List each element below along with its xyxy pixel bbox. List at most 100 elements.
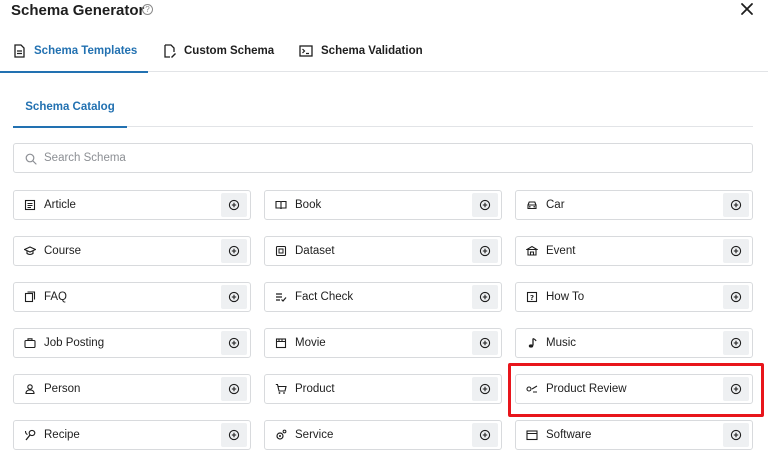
add-schema-button[interactable] (472, 193, 498, 217)
plus-circle-icon (228, 383, 240, 395)
schema-card-software[interactable]: Software (515, 420, 753, 450)
schema-card-service[interactable]: Service (264, 420, 502, 450)
event-icon (526, 245, 538, 256)
schema-card-book[interactable]: Book (264, 190, 502, 220)
schema-card-label: How To (546, 291, 585, 303)
add-schema-button[interactable] (472, 377, 498, 401)
plus-circle-icon (479, 337, 491, 349)
schema-card-car[interactable]: Car (515, 190, 753, 220)
article-icon (24, 199, 36, 211)
schema-card-label: Person (44, 383, 81, 395)
schema-card-label: Article (44, 199, 76, 211)
add-schema-button[interactable] (723, 193, 749, 217)
plus-circle-icon (479, 291, 491, 303)
plus-circle-icon (730, 199, 742, 211)
schema-card-label: Car (546, 199, 565, 211)
schema-card-label: Book (295, 199, 322, 211)
dataset-icon (275, 245, 287, 257)
schema-card-label: Music (546, 337, 577, 349)
add-schema-button[interactable] (723, 377, 749, 401)
schema-card-article[interactable]: Article (13, 190, 251, 220)
add-schema-button[interactable] (723, 423, 749, 447)
cart-icon (275, 383, 287, 394)
how-to-icon: ? (526, 291, 538, 303)
schema-card-label: Job Posting (44, 337, 105, 349)
service-icon (276, 429, 287, 440)
add-schema-button[interactable] (723, 331, 749, 355)
add-schema-button[interactable] (221, 331, 247, 355)
plus-circle-icon (479, 383, 491, 395)
schema-card-label: Software (546, 429, 592, 441)
add-schema-button[interactable] (221, 285, 247, 309)
add-schema-button[interactable] (723, 285, 749, 309)
person-icon (25, 384, 35, 395)
schema-card-label: Recipe (44, 429, 80, 441)
schema-card-music[interactable]: Music (515, 328, 753, 358)
dialog-header: Schema Generator ? (0, 0, 768, 28)
search-input[interactable] (44, 148, 744, 168)
catalog-subtabs: Schema Catalog (13, 88, 753, 128)
add-schema-button[interactable] (472, 239, 498, 263)
tab-schema-templates[interactable]: Schema Templates (0, 30, 148, 73)
svg-text:?: ? (530, 294, 534, 302)
add-schema-button[interactable] (221, 239, 247, 263)
add-schema-button[interactable] (723, 239, 749, 263)
movie-icon (275, 338, 287, 349)
schema-card-person[interactable]: Person (13, 374, 251, 404)
plus-circle-icon (730, 429, 742, 441)
close-icon[interactable] (738, 0, 756, 18)
add-schema-button[interactable] (472, 423, 498, 447)
schema-card-dataset[interactable]: Dataset (264, 236, 502, 266)
schema-card-label: Event (546, 245, 576, 257)
plus-circle-icon (228, 429, 240, 441)
tab-schema-catalog[interactable]: Schema Catalog (13, 88, 127, 128)
tab-schema-validation[interactable]: Schema Validation (299, 30, 423, 72)
schema-card-label: FAQ (44, 291, 68, 303)
tab-custom-schema[interactable]: Custom Schema (162, 30, 274, 72)
add-schema-button[interactable] (472, 331, 498, 355)
plus-circle-icon (730, 291, 742, 303)
plus-circle-icon (479, 245, 491, 257)
search-icon (25, 153, 37, 165)
schema-card-label: Service (295, 429, 334, 441)
schema-card-label: Product (295, 383, 335, 395)
plus-circle-icon (730, 245, 742, 257)
schema-card-recipe[interactable]: Recipe (13, 420, 251, 450)
software-icon (526, 430, 538, 441)
tab-label: Schema Templates (34, 45, 138, 57)
plus-circle-icon (228, 291, 240, 303)
schema-card-movie[interactable]: Movie (264, 328, 502, 358)
document-icon (14, 44, 25, 58)
plus-circle-icon (730, 337, 742, 349)
schema-card-product-review[interactable]: Product Review (515, 374, 753, 404)
schema-card-job-posting[interactable]: Job Posting (13, 328, 251, 358)
schema-card-label: Course (44, 245, 82, 257)
add-schema-button[interactable] (221, 193, 247, 217)
fact-check-icon (276, 293, 287, 302)
plus-circle-icon (479, 199, 491, 211)
book-icon (275, 200, 287, 210)
plus-circle-icon (479, 429, 491, 441)
schema-card-product[interactable]: Product (264, 374, 502, 404)
add-schema-button[interactable] (221, 377, 247, 401)
car-icon (527, 201, 537, 210)
schema-card-fact-check[interactable]: Fact Check (264, 282, 502, 312)
schema-card-course[interactable]: Course (13, 236, 251, 266)
dialog-title: Schema Generator (11, 2, 145, 19)
plus-circle-icon (228, 337, 240, 349)
schema-card-label: Dataset (295, 245, 335, 257)
schema-card-how-to[interactable]: ? How To (515, 282, 753, 312)
add-schema-button[interactable] (221, 423, 247, 447)
tab-label: Custom Schema (184, 45, 275, 57)
schema-card-event[interactable]: Event (515, 236, 753, 266)
review-icon (526, 385, 538, 393)
schema-card-label: Fact Check (295, 291, 354, 303)
tab-label: Schema Validation (321, 45, 423, 57)
schema-card-faq[interactable]: FAQ (13, 282, 251, 312)
add-schema-button[interactable] (472, 285, 498, 309)
briefcase-icon (24, 338, 36, 349)
plus-circle-icon (228, 199, 240, 211)
music-note-icon (528, 337, 537, 348)
help-circle-icon[interactable]: ? (142, 4, 153, 15)
plus-circle-icon (730, 383, 742, 395)
